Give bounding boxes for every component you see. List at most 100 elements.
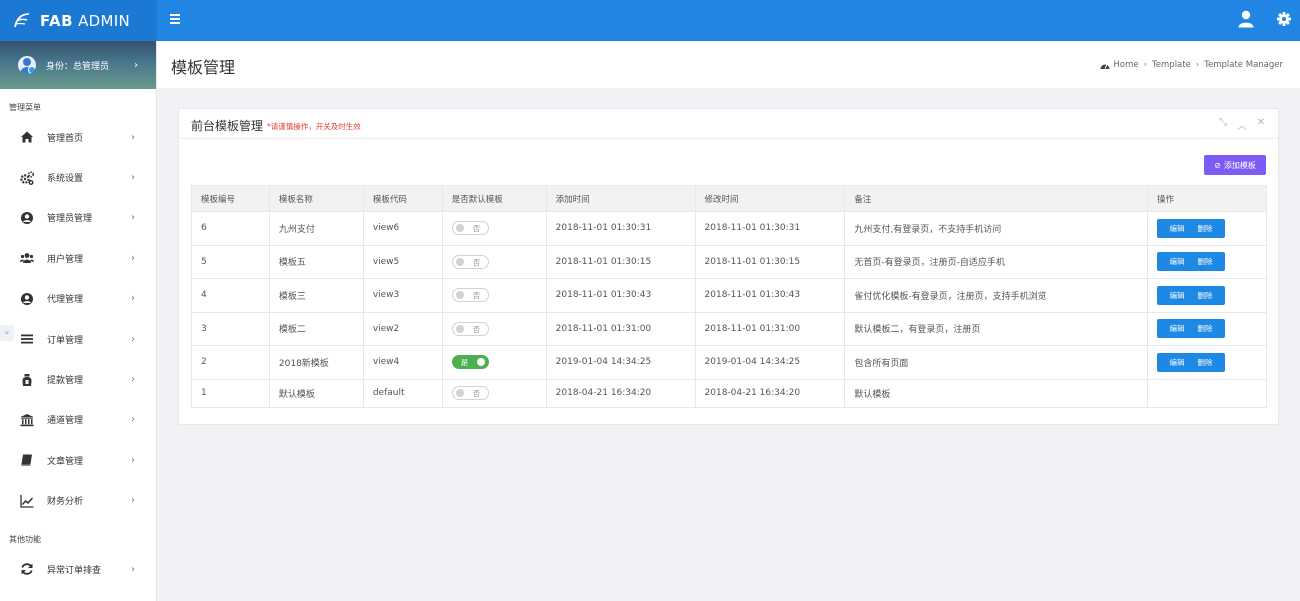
sidebar-item-finance-analysis[interactable]: 财务分析 ›	[0, 481, 156, 521]
default-toggle[interactable]: 是	[451, 355, 489, 370]
chevron-right-icon: ›	[131, 172, 135, 184]
sidebar-item-label: 管理首页	[47, 133, 84, 144]
delete-button[interactable]: 删除	[1197, 256, 1212, 267]
user-circle-icon	[20, 292, 34, 306]
gears-icon	[20, 170, 35, 185]
cell-added-time: 2018-11-01 01:30:15	[545, 244, 696, 279]
bank-icon	[20, 413, 34, 427]
list-icon	[20, 332, 34, 346]
cell-id: 2	[191, 345, 270, 380]
logo-icon	[14, 12, 30, 27]
panel-warning: *请谨慎操作，开关及时生效	[267, 122, 361, 131]
edit-button[interactable]: 编辑	[1169, 256, 1184, 267]
sidebar-item-label: 异常订单排查	[47, 565, 102, 576]
sidebar-collapse-handle-icon[interactable]: «	[0, 325, 14, 341]
cell-actions: 编辑 删除	[1146, 345, 1268, 380]
cell-default: 否	[441, 211, 547, 246]
cell-note: 包含所有页面	[844, 345, 1148, 380]
close-icon[interactable]: ✕	[1256, 117, 1266, 132]
cell-added-time: 2018-04-21 16:34:20	[545, 378, 696, 408]
cell-modified-time: 2018-11-01 01:30:15	[694, 244, 846, 279]
sidebar-item-label: 订单管理	[47, 335, 84, 346]
action-group: 编辑 删除	[1156, 218, 1225, 238]
cell-note: 九州支付,有登录页，不支持手机访问	[844, 211, 1148, 246]
cell-actions: 编辑 删除	[1146, 311, 1268, 346]
column-header: 模板名称	[268, 185, 364, 212]
cell-added-time: 2018-11-01 01:31:00	[545, 311, 696, 346]
breadcrumb-home-link[interactable]: Home	[1114, 60, 1139, 70]
line-chart-icon	[20, 494, 34, 508]
identity-card[interactable]: 身份：总管理员 ›	[0, 41, 156, 89]
sidebar-item-abnormal-orders[interactable]: 异常订单排查 ›	[0, 549, 156, 589]
column-header: 模板代码	[362, 185, 443, 212]
collapse-up-icon[interactable]: ︿	[1237, 117, 1247, 132]
sidebar-item-label: 文章管理	[47, 456, 84, 467]
cell-code: view2	[362, 311, 443, 346]
cell-actions	[1146, 378, 1268, 408]
default-toggle[interactable]: 否	[451, 386, 489, 400]
cell-added-time: 2018-11-01 01:30:31	[545, 211, 696, 246]
avatar	[18, 56, 36, 74]
edit-button[interactable]: 编辑	[1169, 357, 1184, 368]
brand[interactable]: FAB ADMIN	[0, 0, 157, 41]
top-navbar: FAB ADMIN	[0, 0, 1300, 41]
breadcrumb-current: Template Manager	[1204, 60, 1283, 70]
user-icon[interactable]	[1238, 10, 1254, 28]
cell-id: 1	[191, 378, 270, 408]
sidebar-item-order-management[interactable]: 订单管理 ›	[0, 319, 156, 359]
sidebar-item-channel-management[interactable]: 通道管理 ›	[0, 400, 156, 440]
cell-default: 否	[441, 278, 547, 313]
page-title: 模板管理	[171, 58, 236, 77]
sidebar-item-withdraw-management[interactable]: 提款管理 ›	[0, 359, 156, 399]
cell-modified-time: 2018-11-01 01:30:43	[694, 278, 846, 313]
cell-code: view6	[362, 211, 443, 246]
delete-button[interactable]: 删除	[1197, 323, 1212, 334]
fullscreen-icon[interactable]: ⤡	[1218, 117, 1228, 132]
breadcrumb-separator: ›	[1143, 60, 1148, 70]
sidebar-item-label: 用户管理	[47, 254, 84, 265]
table-row: 5 模板五 view5 否 2018-11-01 01:30:15 2018-1…	[191, 244, 1268, 279]
default-toggle[interactable]: 否	[451, 221, 489, 236]
home-icon	[20, 130, 34, 144]
brand-name-light: ADMIN	[78, 11, 130, 30]
cell-name: 模板三	[268, 278, 364, 313]
default-toggle[interactable]: 否	[451, 288, 489, 303]
chevron-right-icon: ›	[131, 495, 135, 507]
sidebar-item-home[interactable]: 管理首页 ›	[0, 117, 156, 157]
sidebar-item-user-management[interactable]: 用户管理 ›	[0, 238, 156, 278]
sidebar-item-admin-management[interactable]: 管理员管理 ›	[0, 198, 156, 238]
add-template-button[interactable]: ⊘ 添加模板	[1204, 155, 1266, 175]
default-toggle[interactable]: 否	[451, 254, 489, 269]
sidebar-item-label: 管理员管理	[47, 214, 93, 225]
edit-button[interactable]: 编辑	[1169, 323, 1184, 334]
chevron-right-icon: ›	[131, 252, 135, 264]
edit-button[interactable]: 编辑	[1169, 223, 1184, 234]
sidebar-item-article-management[interactable]: 文章管理 ›	[0, 440, 156, 480]
chevron-right-icon: ›	[131, 131, 135, 143]
chevron-right-icon: ›	[134, 59, 138, 71]
sidebar-item-label: 代理管理	[47, 295, 84, 306]
sidebar-item-label: 财务分析	[47, 497, 84, 508]
cell-default: 是	[441, 345, 547, 380]
table-row: 1 默认模板 default 否 2018-04-21 16:34:20 201…	[191, 378, 1268, 408]
dashboard-icon	[1100, 63, 1110, 69]
menu-toggle-icon[interactable]	[170, 14, 180, 24]
delete-button[interactable]: 删除	[1197, 290, 1212, 301]
cell-name: 模板五	[268, 244, 364, 279]
delete-button[interactable]: 删除	[1197, 223, 1212, 234]
chevron-right-icon: ›	[131, 414, 135, 426]
section-label-main: 管理菜单	[9, 103, 41, 112]
cell-modified-time: 2018-11-01 01:31:00	[694, 311, 846, 346]
delete-button[interactable]: 删除	[1197, 357, 1212, 368]
template-panel: 前台模板管理 *请谨慎操作，开关及时生效 ⤡ ︿ ✕ ⊘ 添加模板 模板编号 模…	[178, 108, 1279, 425]
user-circle-icon	[20, 211, 34, 225]
sidebar-item-agent-management[interactable]: 代理管理 ›	[0, 279, 156, 319]
default-toggle[interactable]: 否	[451, 321, 489, 336]
sidebar-item-system-settings[interactable]: 系统设置 ›	[0, 157, 156, 197]
settings-gear-icon[interactable]	[1277, 12, 1291, 26]
edit-button[interactable]: 编辑	[1169, 290, 1184, 301]
cell-added-time: 2018-11-01 01:30:43	[545, 278, 696, 313]
brand-name-bold: FAB	[40, 11, 74, 30]
cell-name: 2018新模板	[268, 345, 364, 380]
breadcrumb-template-link[interactable]: Template	[1152, 60, 1191, 70]
